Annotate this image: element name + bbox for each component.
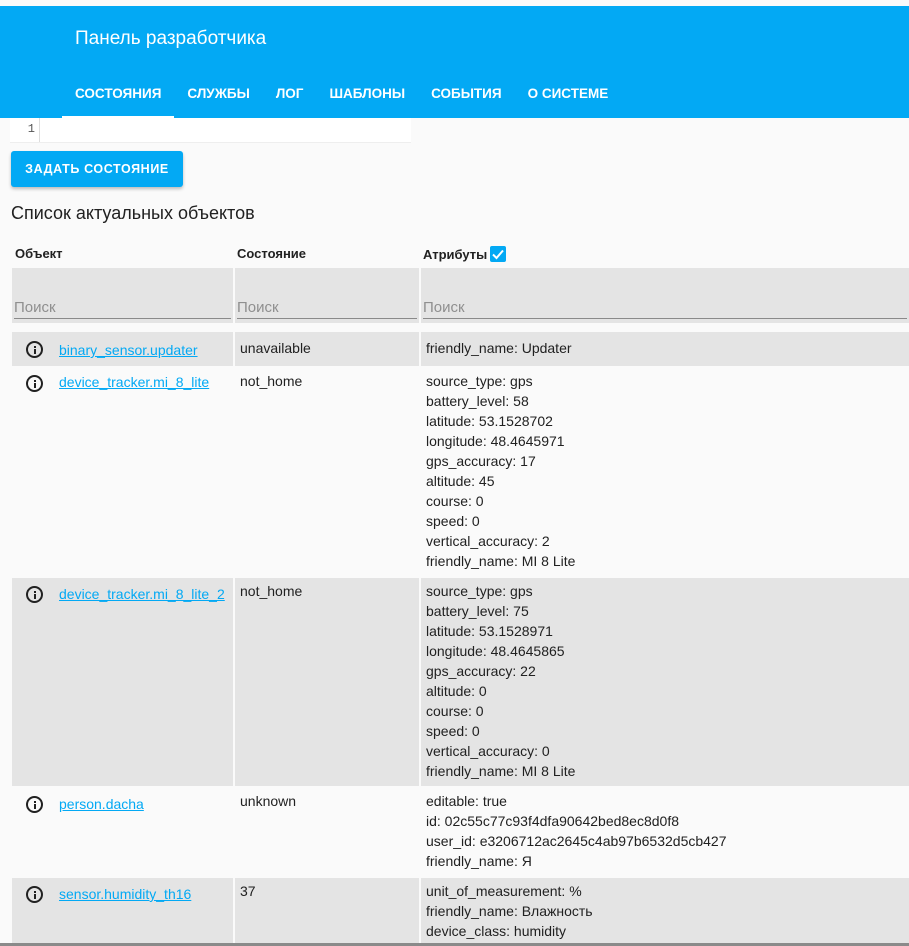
state-search-input[interactable] bbox=[237, 296, 417, 319]
table-row-state-cell: 37 bbox=[235, 878, 419, 943]
entity-link[interactable]: person.dacha bbox=[59, 794, 144, 814]
table-row-attributes-cell: source_type: gps battery_level: 75 latit… bbox=[421, 578, 909, 786]
attribute-line: altitude: 0 bbox=[426, 683, 487, 699]
info-icon[interactable] bbox=[26, 586, 43, 603]
table-row-attributes-cell: friendly_name: Updater bbox=[421, 332, 909, 366]
column-header-attributes-label: Атрибуты bbox=[423, 247, 488, 262]
table-row-state-cell: not_home bbox=[235, 578, 419, 786]
editor-line-number: 1 bbox=[10, 118, 40, 142]
table-row-state-cell: unknown bbox=[235, 788, 419, 876]
attribute-line: gps_accuracy: 22 bbox=[426, 663, 536, 679]
attributes-checkbox[interactable] bbox=[490, 246, 507, 262]
tab-about[interactable]: О СИСТЕМЕ bbox=[515, 76, 622, 118]
attribute-line: gps_accuracy: 17 bbox=[426, 453, 536, 469]
info-icon[interactable] bbox=[26, 886, 43, 903]
attribute-line: vertical_accuracy: 2 bbox=[426, 533, 550, 549]
checkmark-icon bbox=[492, 249, 504, 260]
attribute-line: device_class: humidity bbox=[426, 923, 567, 939]
attribute-line: battery_level: 75 bbox=[426, 603, 529, 619]
page-title: Панель разработчика bbox=[75, 28, 267, 49]
state-search-cell bbox=[235, 268, 419, 323]
column-header-attributes: Атрибуты bbox=[423, 246, 507, 262]
entity-link[interactable]: device_tracker.mi_8_lite bbox=[59, 372, 209, 392]
column-header-entity: Объект bbox=[15, 246, 63, 261]
tab-states[interactable]: СОСТОЯНИЯ bbox=[62, 76, 175, 118]
set-state-button[interactable]: ЗАДАТЬ СОСТОЯНИЕ bbox=[11, 151, 183, 187]
attribute-line: editable: true bbox=[426, 793, 507, 809]
table-row-attributes-cell: unit_of_measurement: % friendly_name: Вл… bbox=[421, 878, 909, 943]
attribute-line: friendly_name: MI 8 Lite bbox=[426, 763, 576, 779]
tab-services[interactable]: СЛУЖБЫ bbox=[174, 76, 262, 118]
state-yaml-editor[interactable]: 1 bbox=[10, 118, 411, 143]
attribute-line: friendly_name: Я bbox=[426, 853, 532, 869]
attribute-line: user_id: e3206712ac2645c4ab97b6532d5cb42… bbox=[426, 833, 727, 849]
table-row-entity-cell: binary_sensor.updater bbox=[12, 332, 233, 366]
info-icon[interactable] bbox=[26, 375, 43, 392]
entity-link[interactable]: sensor.humidity_th16 bbox=[59, 884, 191, 904]
entity-search-input[interactable] bbox=[14, 296, 231, 319]
attribute-line: vertical_accuracy: 0 bbox=[426, 743, 550, 759]
attribute-line: friendly_name: Updater bbox=[426, 340, 572, 356]
attribute-line: id: 02c55c77c93f4dfa90642bed8ec8d0f8 bbox=[426, 813, 679, 829]
attributes-search-cell bbox=[421, 268, 909, 323]
attribute-line: unit_of_measurement: % bbox=[426, 883, 582, 899]
attribute-line: friendly_name: MI 8 Lite bbox=[426, 553, 576, 569]
table-row-entity-cell: device_tracker.mi_8_lite bbox=[12, 366, 233, 576]
attribute-line: course: 0 bbox=[426, 493, 484, 509]
table-row-attributes-cell: source_type: gps battery_level: 58 latit… bbox=[421, 366, 909, 576]
tab-events[interactable]: СОБЫТИЯ bbox=[418, 76, 515, 118]
table-row-attributes-cell: editable: true id: 02c55c77c93f4dfa90642… bbox=[421, 788, 909, 876]
attribute-line: friendly_name: Влажность bbox=[426, 903, 593, 919]
attribute-line: battery_level: 58 bbox=[426, 393, 529, 409]
attribute-line: longitude: 48.4645865 bbox=[426, 643, 565, 659]
info-icon[interactable] bbox=[26, 796, 43, 813]
attribute-line: speed: 0 bbox=[426, 513, 480, 529]
attribute-line: latitude: 53.1528971 bbox=[426, 623, 553, 639]
app-header: Панель разработчика СОСТОЯНИЯ СЛУЖБЫ ЛОГ… bbox=[0, 6, 909, 118]
attribute-line: speed: 0 bbox=[426, 723, 480, 739]
attribute-line: longitude: 48.4645971 bbox=[426, 433, 565, 449]
tab-log[interactable]: ЛОГ bbox=[263, 76, 317, 118]
tab-templates[interactable]: ШАБЛОНЫ bbox=[316, 76, 418, 118]
attributes-search-input[interactable] bbox=[423, 296, 907, 319]
attribute-line: altitude: 45 bbox=[426, 473, 495, 489]
attribute-line: source_type: gps bbox=[426, 373, 533, 389]
table-row-state-cell: not_home bbox=[235, 366, 419, 576]
entities-section-title: Список актуальных объектов bbox=[11, 203, 255, 223]
table-row-entity-cell: sensor.humidity_th16 bbox=[12, 878, 233, 943]
table-row-entity-cell: device_tracker.mi_8_lite_2 bbox=[12, 578, 233, 786]
attribute-line: course: 0 bbox=[426, 703, 484, 719]
attribute-line: latitude: 53.1528702 bbox=[426, 413, 553, 429]
column-header-state: Состояние bbox=[237, 246, 307, 261]
entity-search-cell bbox=[12, 268, 233, 323]
table-row-state-cell: unavailable bbox=[235, 332, 419, 366]
tab-bar: СОСТОЯНИЯ СЛУЖБЫ ЛОГ ШАБЛОНЫ СОБЫТИЯ О С… bbox=[62, 76, 621, 118]
entity-link[interactable]: binary_sensor.updater bbox=[59, 340, 198, 360]
attribute-line: source_type: gps bbox=[426, 583, 533, 599]
entity-link[interactable]: device_tracker.mi_8_lite_2 bbox=[59, 584, 225, 604]
table-row-entity-cell: person.dacha bbox=[12, 788, 233, 876]
info-icon[interactable] bbox=[26, 341, 43, 358]
